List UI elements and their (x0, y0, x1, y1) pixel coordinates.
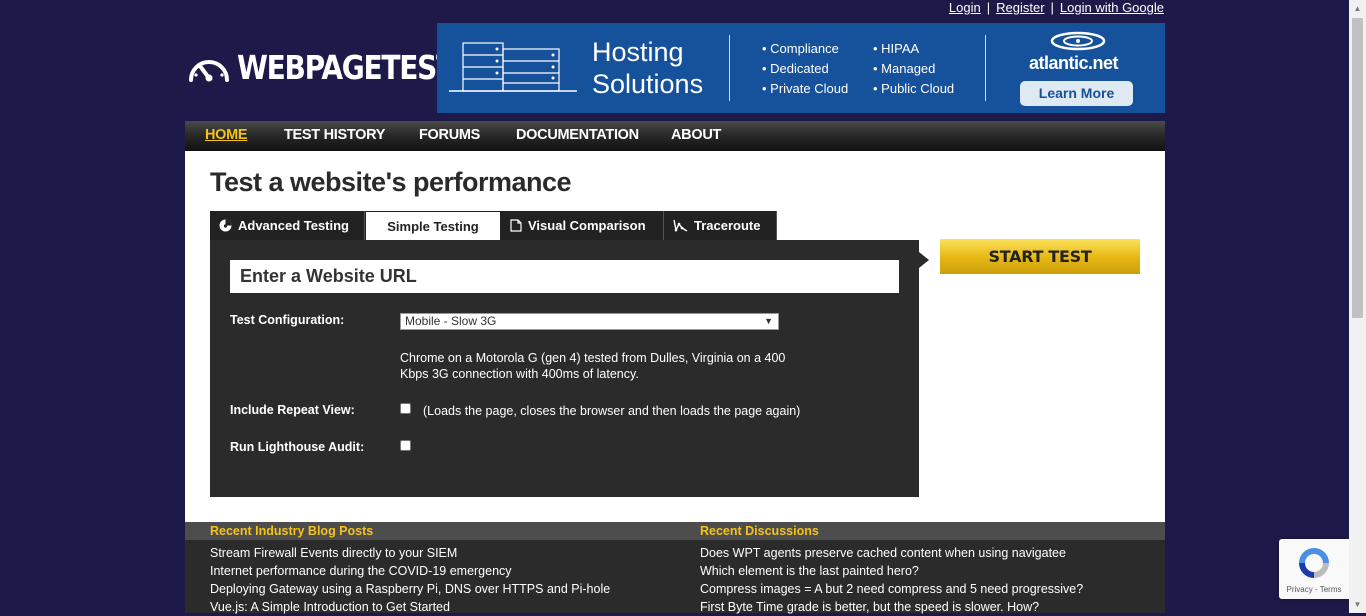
discussion-link[interactable]: Does WPT agents preserve cached content … (700, 544, 1083, 562)
ad-feature: Dedicated (762, 59, 848, 79)
test-config-label: Test Configuration: (230, 313, 345, 327)
link-separator: | (1050, 0, 1054, 15)
discussion-link[interactable]: Compress images = A but 2 need compress … (700, 580, 1083, 598)
tab-traceroute[interactable]: Traceroute (664, 211, 777, 240)
repeat-view-label: Include Repeat View: (230, 403, 355, 417)
ad-title-line: Solutions (592, 69, 704, 99)
ad-feature-list: Compliance Dedicated Private Cloud (762, 39, 848, 99)
panel-arrow (919, 252, 929, 268)
scroll-thumb[interactable] (1352, 18, 1363, 318)
ad-banner[interactable]: Hosting Solutions Compliance Dedicated P… (437, 23, 1165, 113)
url-input[interactable] (230, 260, 899, 293)
gauge-icon (219, 213, 232, 242)
page-title: Test a website's performance (210, 167, 572, 197)
lighthouse-label: Run Lighthouse Audit: (230, 440, 365, 454)
blog-post-link[interactable]: Deploying Gateway using a Raspberry Pi, … (210, 580, 610, 598)
tab-label: Traceroute (694, 218, 761, 233)
learn-more-button[interactable]: Learn More (1020, 81, 1133, 106)
ad-title-line: Hosting (592, 37, 684, 67)
ad-divider (729, 35, 730, 101)
logo-text: WEBPAGETEST (237, 47, 455, 87)
repeat-view-note: (Loads the page, closes the browser and … (423, 404, 801, 418)
repeat-view-checkbox[interactable] (400, 403, 411, 414)
discussion-link[interactable]: First Byte Time grade is better, but the… (700, 598, 1083, 616)
register-link[interactable]: Register (996, 0, 1044, 15)
ad-divider (985, 35, 986, 101)
ad-brand: atlantic.net (1029, 53, 1119, 73)
start-test-button[interactable]: START TEST (940, 239, 1140, 274)
scroll-down-icon[interactable]: ▼ (1349, 596, 1366, 613)
discussions-list: Does WPT agents preserve cached content … (700, 544, 1083, 616)
top-links: Login | Register | Login with Google (949, 0, 1164, 16)
nav-documentation[interactable]: DOCUMENTATION (516, 127, 639, 143)
login-google-link[interactable]: Login with Google (1060, 0, 1164, 15)
ad-feature-list: HIPAA Managed Public Cloud (873, 39, 954, 99)
simple-testing-panel: Test Configuration: Mobile - Slow 3G ▼ C… (210, 240, 919, 497)
test-config-select[interactable]: Mobile - Slow 3G ▼ (400, 313, 779, 330)
blog-heading: Recent Industry Blog Posts (210, 524, 374, 538)
blog-post-link[interactable]: Internet performance during the COVID-19… (210, 562, 610, 580)
recaptcha-icon (1299, 548, 1329, 578)
tab-visual-comparison[interactable]: Visual Comparison (501, 211, 664, 240)
ad-feature: Private Cloud (762, 79, 848, 99)
nav-about[interactable]: ABOUT (671, 127, 721, 143)
ad-feature: Compliance (762, 39, 848, 59)
recent-section: Recent Industry Blog Posts Recent Discus… (185, 522, 1165, 616)
test-config-description: Chrome on a Motorola G (gen 4) tested fr… (400, 351, 786, 381)
recaptcha-text[interactable]: Privacy - Terms (1279, 585, 1349, 594)
lighthouse-checkbox[interactable] (400, 440, 411, 451)
traceroute-icon (673, 213, 688, 242)
ad-feature: Public Cloud (873, 79, 954, 99)
discussions-heading: Recent Discussions (700, 524, 819, 538)
nav-test-history[interactable]: TEST HISTORY (284, 127, 385, 143)
nav-forums[interactable]: FORUMS (419, 127, 480, 143)
login-link[interactable]: Login (949, 0, 981, 15)
tab-label: Visual Comparison (528, 218, 646, 233)
document-icon (510, 213, 522, 242)
speedometer-icon (189, 60, 229, 82)
link-separator: | (986, 0, 991, 15)
blog-post-link[interactable]: Vue.js: A Simple Introduction to Get Sta… (210, 598, 610, 616)
main-nav: HOME TEST HISTORY FORUMS DOCUMENTATION A… (185, 121, 1165, 151)
server-rack-icon (449, 42, 577, 92)
chevron-down-icon: ▼ (764, 316, 773, 326)
ad-title: Hosting Solutions (592, 36, 703, 100)
blog-list: Stream Firewall Events directly to your … (210, 544, 610, 616)
nav-home[interactable]: HOME (205, 127, 248, 143)
page-scrollbar[interactable]: ▲ ▼ (1349, 0, 1366, 613)
tab-simple-testing[interactable]: Simple Testing (365, 211, 501, 241)
blog-post-link[interactable]: Stream Firewall Events directly to your … (210, 544, 610, 562)
test-config-value: Mobile - Slow 3G (405, 314, 497, 328)
recaptcha-badge[interactable]: Privacy - Terms (1279, 539, 1349, 599)
ad-feature: HIPAA (873, 39, 954, 59)
atlantic-swirl-icon (1050, 31, 1106, 51)
tab-label: Simple Testing (387, 219, 479, 234)
discussion-link[interactable]: Which element is the last painted hero? (700, 562, 1083, 580)
tab-advanced-testing[interactable]: Advanced Testing (210, 211, 365, 240)
scroll-up-icon[interactable]: ▲ (1349, 0, 1366, 17)
main-content: Test a website's performance Advanced Te… (185, 151, 1165, 522)
ad-feature: Managed (873, 59, 954, 79)
tab-label: Advanced Testing (238, 218, 350, 233)
